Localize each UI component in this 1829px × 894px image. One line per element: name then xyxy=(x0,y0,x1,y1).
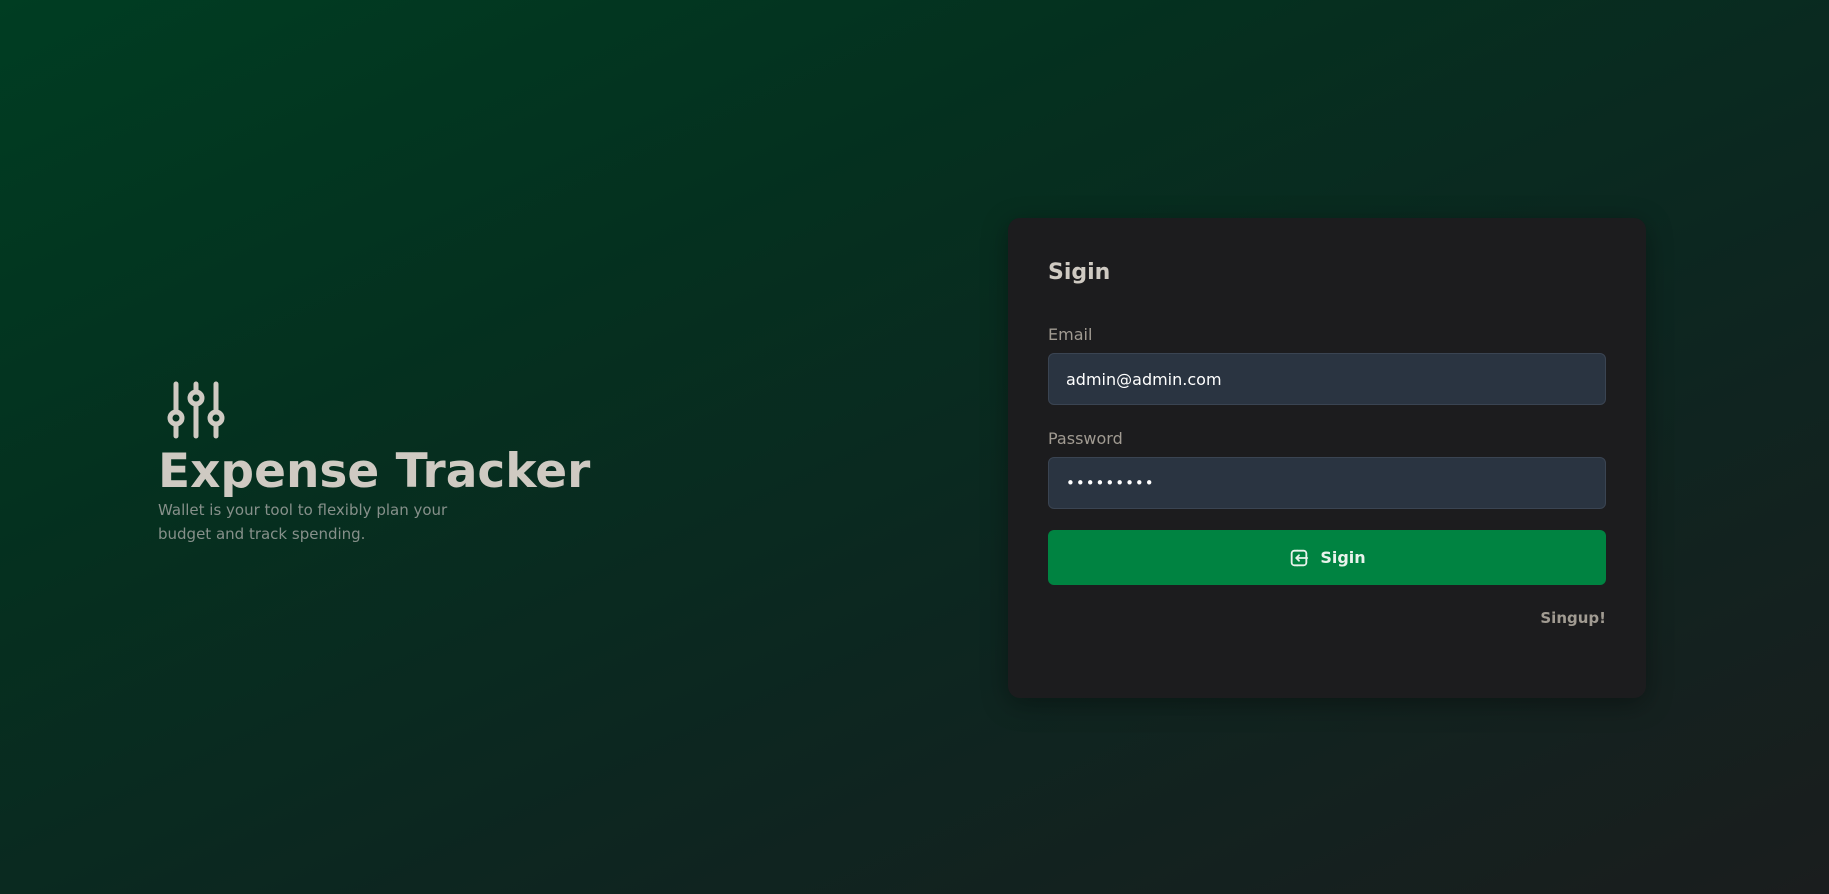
app-title: Expense Tracker xyxy=(158,444,591,499)
signin-button-label: Sigin xyxy=(1320,548,1366,567)
signup-row: Singup! xyxy=(1048,608,1606,627)
app-description: Wallet is your tool to flexibly plan you… xyxy=(158,501,448,543)
brand-panel: Expense Tracker Wallet is your tool to f… xyxy=(158,378,591,546)
signin-button[interactable]: Sigin xyxy=(1048,530,1606,585)
email-label: Email xyxy=(1048,325,1093,344)
signin-card: Sigin Email Password Sigin Singup! xyxy=(1008,218,1646,698)
password-input[interactable] xyxy=(1048,457,1606,509)
signup-link[interactable]: Singup! xyxy=(1540,609,1606,627)
sliders-icon xyxy=(167,381,225,439)
login-icon xyxy=(1291,549,1309,566)
signin-title: Sigin xyxy=(1048,260,1111,285)
password-label: Password xyxy=(1048,429,1123,448)
email-input[interactable] xyxy=(1048,353,1606,405)
